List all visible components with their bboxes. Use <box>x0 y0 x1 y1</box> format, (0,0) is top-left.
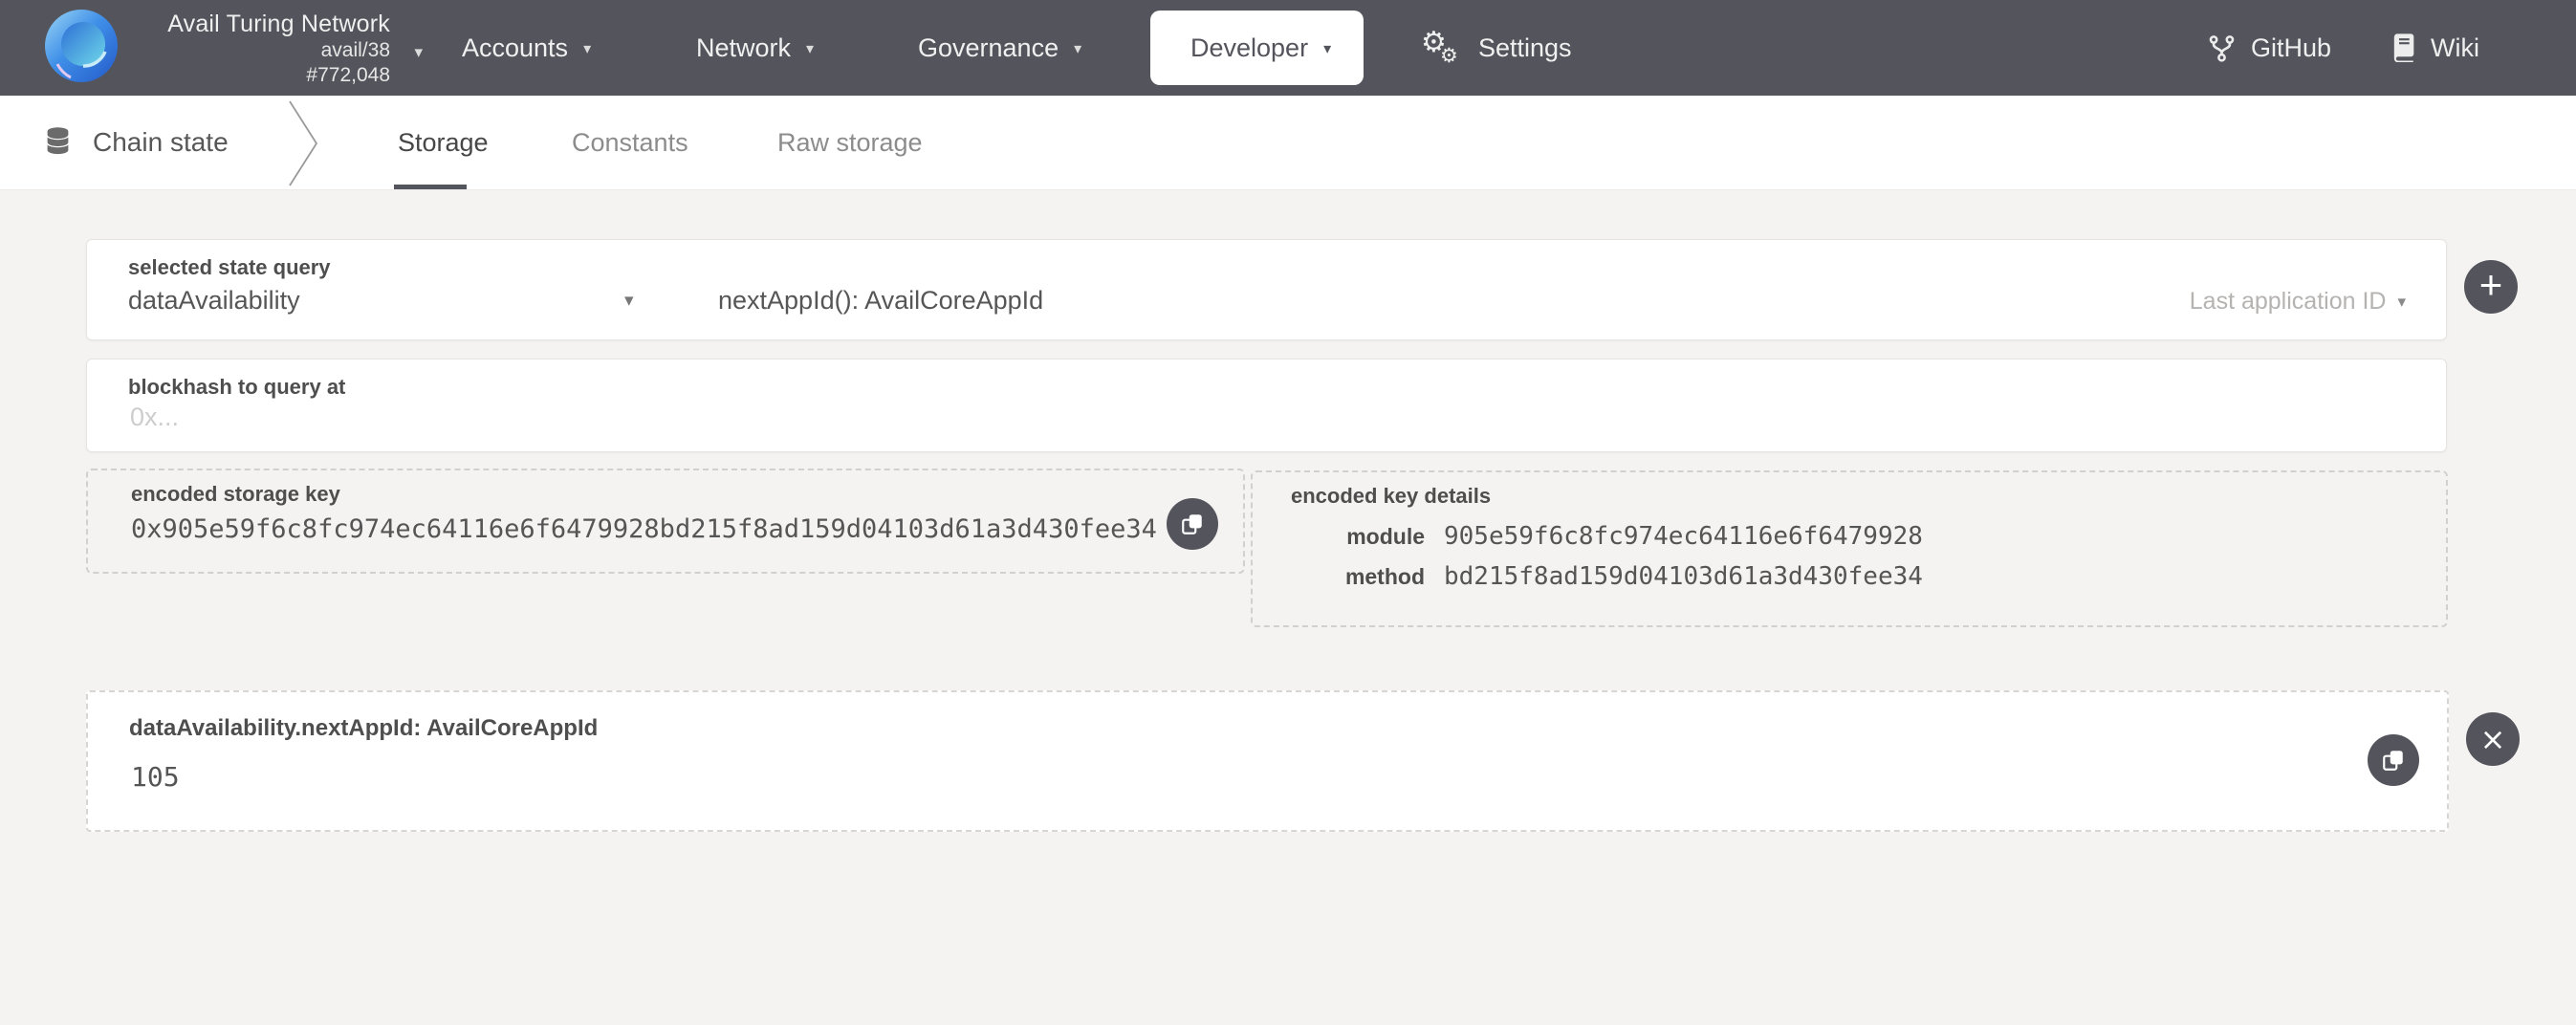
tab-storage-label: Storage <box>398 128 489 158</box>
copy-storage-key-button[interactable] <box>1167 498 1218 550</box>
pallet-dropdown-value: dataAvailability <box>128 286 300 315</box>
nav-item-settings[interactable]: ⚙ ⚙ Settings <box>1421 0 1572 96</box>
close-icon: × <box>2480 721 2506 757</box>
wiki-link[interactable]: Wiki <box>2390 0 2479 96</box>
chevron-down-icon: ▾ <box>414 40 423 65</box>
brand-text: Avail Turing Network avail/38 ▾ #772,048 <box>140 10 390 87</box>
method-dropdown-value: nextAppId(): AvailCoreAppId <box>718 286 1043 315</box>
github-link[interactable]: GitHub <box>2207 0 2331 96</box>
chevron-down-icon: ▾ <box>2397 293 2406 312</box>
section-title: Chain state <box>93 127 229 158</box>
encoded-key-details-box: encoded key details module 905e59f6c8fc9… <box>1251 470 2448 627</box>
nav-item-governance[interactable]: Governance ▾ <box>918 0 1081 96</box>
tab-storage[interactable]: Storage <box>398 96 489 189</box>
avail-logo-icon <box>44 9 119 83</box>
github-label: GitHub <box>2251 33 2331 63</box>
copy-icon <box>2381 748 2406 773</box>
nav-item-network[interactable]: Network ▾ <box>696 0 814 96</box>
chevron-down-icon: ▾ <box>1323 39 1331 57</box>
brand: Avail Turing Network avail/38 ▾ #772,048 <box>44 0 390 96</box>
method-description[interactable]: Last application ID ▾ <box>2190 288 2406 316</box>
tab-constants[interactable]: Constants <box>572 96 688 189</box>
result-value: 105 <box>131 761 180 793</box>
encoded-storage-key-box: encoded storage key 0x905e59f6c8fc974ec6… <box>86 469 1245 574</box>
copy-result-button[interactable] <box>2368 734 2419 786</box>
remove-query-button[interactable]: × <box>2466 712 2520 766</box>
section-tabbar: Chain state Storage Constants Raw storag… <box>0 96 2576 190</box>
chain-state-page: Avail Turing Network avail/38 ▾ #772,048… <box>0 0 2576 1025</box>
nav-settings-label: Settings <box>1478 33 1572 63</box>
nav-accounts-label: Accounts <box>462 33 568 63</box>
nav-network-label: Network <box>696 33 791 63</box>
add-query-button[interactable]: + <box>2464 260 2518 314</box>
tab-divider <box>287 99 321 187</box>
method-description-label: Last application ID <box>2190 288 2387 316</box>
wiki-label: Wiki <box>2431 33 2479 63</box>
avail-logo[interactable] <box>44 9 119 88</box>
encoded-storage-key-label: encoded storage key <box>131 482 340 507</box>
chevron-down-icon: ▾ <box>1074 39 1081 57</box>
nav-item-developer[interactable]: Developer ▾ <box>1150 11 1364 85</box>
top-navbar: Avail Turing Network avail/38 ▾ #772,048… <box>0 0 2576 96</box>
chevron-down-icon: ▾ <box>806 39 814 57</box>
gears-icon: ⚙ ⚙ <box>1421 23 1465 73</box>
query-card: selected state query dataAvailability ▾ … <box>86 239 2447 340</box>
method-row: method bd215f8ad159d04103d61a3d430fee34 <box>1253 562 2446 591</box>
blockhash-card: blockhash to query at <box>86 359 2447 452</box>
nav-governance-label: Governance <box>918 33 1059 63</box>
nav-developer-label: Developer <box>1190 33 1308 63</box>
encoded-key-details-label: encoded key details <box>1291 484 1491 509</box>
nav-item-accounts[interactable]: Accounts ▾ <box>462 0 591 96</box>
selected-state-query-label: selected state query <box>128 255 331 280</box>
database-icon <box>44 127 72 158</box>
tab-raw-storage[interactable]: Raw storage <box>777 96 923 189</box>
tab-constants-label: Constants <box>572 128 688 158</box>
chevron-down-icon[interactable]: ▾ <box>624 290 634 311</box>
method-dropdown[interactable]: nextAppId(): AvailCoreAppId <box>718 286 1043 316</box>
module-row: module 905e59f6c8fc974ec64116e6f6479928 <box>1253 522 2446 551</box>
copy-icon <box>1180 512 1205 536</box>
result-label: dataAvailability.nextAppId: AvailCoreApp… <box>129 715 598 742</box>
tab-raw-storage-label: Raw storage <box>777 128 923 158</box>
book-icon <box>2390 33 2416 62</box>
chain-spec: avail/38 ▾ <box>140 38 390 63</box>
blockhash-input[interactable] <box>128 402 2389 433</box>
pallet-dropdown[interactable]: dataAvailability <box>128 286 300 316</box>
code-branch-icon <box>2207 33 2237 63</box>
method-value: bd215f8ad159d04103d61a3d430fee34 <box>1444 562 1923 591</box>
section-chain-state: Chain state <box>44 96 229 189</box>
network-name: Avail Turing Network <box>140 10 390 38</box>
module-value: 905e59f6c8fc974ec64116e6f6479928 <box>1444 522 1923 551</box>
method-label: method <box>1253 564 1425 590</box>
module-label: module <box>1253 524 1425 550</box>
query-result-card: dataAvailability.nextAppId: AvailCoreApp… <box>86 690 2449 832</box>
block-number: #772,048 <box>140 63 390 87</box>
chevron-down-icon: ▾ <box>583 39 591 57</box>
encoded-storage-key-value: 0x905e59f6c8fc974ec64116e6f6479928bd215f… <box>131 514 1157 544</box>
blockhash-label: blockhash to query at <box>128 375 345 400</box>
plus-icon: + <box>2479 265 2503 305</box>
